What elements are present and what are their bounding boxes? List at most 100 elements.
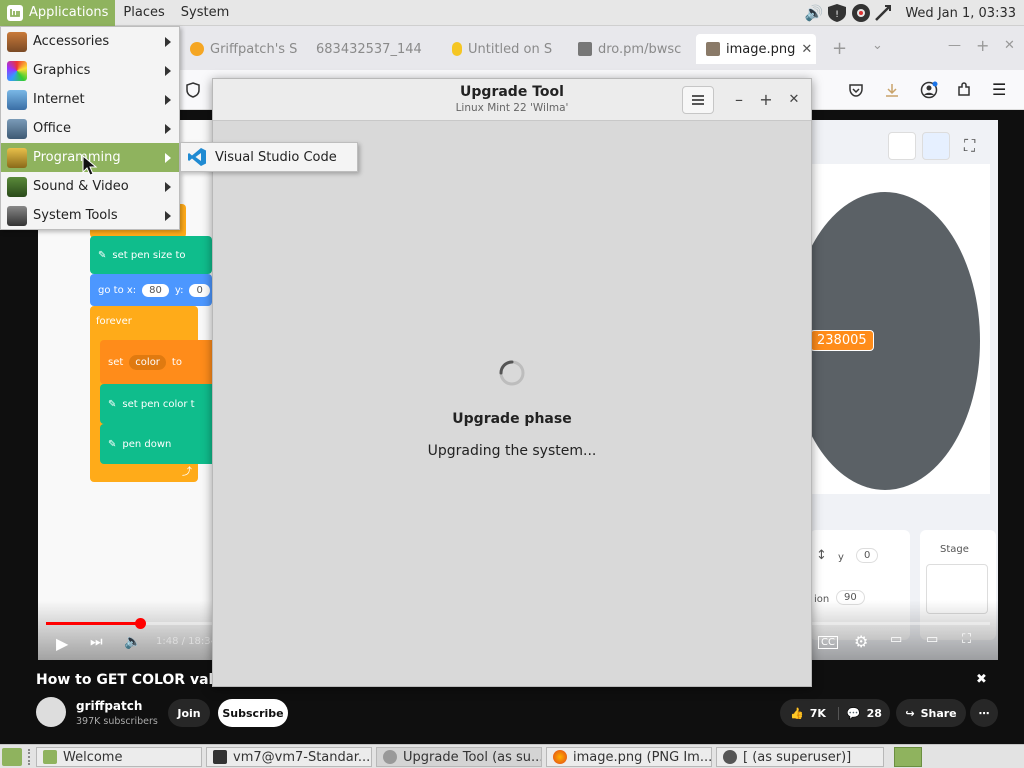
minimize-button[interactable]: – bbox=[729, 89, 749, 109]
scratch-favicon-icon bbox=[452, 42, 462, 56]
account-icon[interactable] bbox=[920, 81, 938, 99]
applications-menu-button[interactable]: Applications bbox=[0, 0, 116, 26]
phase-label: Upgrade phase bbox=[452, 411, 572, 427]
close-icon[interactable]: ✕ bbox=[1004, 38, 1015, 53]
pocket-icon[interactable] bbox=[848, 82, 864, 98]
subscribe-button[interactable]: Subscribe bbox=[218, 699, 288, 727]
more-icon[interactable]: ⋯ bbox=[970, 699, 998, 727]
ad-close-icon[interactable]: ✖ bbox=[976, 672, 987, 687]
browser-tab[interactable]: dro.pm/bwsc bbox=[568, 34, 690, 64]
submenu-arrow-icon bbox=[165, 37, 171, 47]
share-button[interactable]: ↪ Share bbox=[896, 699, 966, 727]
share-icon: ↪ bbox=[905, 706, 915, 720]
menu-item-graphics[interactable]: Graphics bbox=[1, 56, 179, 85]
task-welcome[interactable]: Welcome bbox=[36, 747, 202, 767]
menu-icon[interactable]: ☰ bbox=[992, 80, 1006, 99]
submenu-arrow-icon bbox=[165, 124, 171, 134]
small-stage-icon[interactable] bbox=[888, 132, 916, 160]
fullscreen-icon[interactable]: ⛶ bbox=[964, 136, 975, 156]
list-tabs-icon[interactable]: ⌄ bbox=[872, 38, 883, 53]
places-menu[interactable]: Places bbox=[115, 0, 172, 26]
browser-tab-active[interactable]: image.png ✕ bbox=[696, 34, 816, 64]
accessories-icon bbox=[7, 31, 27, 52]
spinner-icon bbox=[498, 359, 526, 387]
updown-icon: ↕ bbox=[816, 548, 827, 563]
submenu-item-vscode[interactable]: Visual Studio Code bbox=[215, 150, 337, 165]
volume-icon[interactable]: 🔊 bbox=[805, 4, 824, 22]
status-label: Upgrading the system... bbox=[427, 443, 597, 459]
task-terminal[interactable]: vm7@vm7-Standar... bbox=[206, 747, 372, 767]
close-button[interactable]: ✕ bbox=[784, 89, 804, 109]
settings-icon[interactable]: ⚙ bbox=[854, 632, 868, 651]
new-tab-icon[interactable]: + bbox=[832, 38, 847, 59]
hamburger-menu-button[interactable] bbox=[682, 86, 714, 114]
office-icon bbox=[7, 118, 27, 139]
scratch-block-pen-size: ✎ set pen size to bbox=[90, 236, 212, 274]
mint-logo-icon bbox=[7, 4, 23, 21]
download-icon[interactable] bbox=[884, 82, 900, 98]
task-upgrade-tool[interactable]: Upgrade Tool (as su... bbox=[376, 747, 542, 767]
show-desktop-icon[interactable] bbox=[2, 748, 22, 766]
applications-menu: Accessories Graphics Internet Office Pro… bbox=[0, 26, 180, 230]
pen-icon: ✎ bbox=[108, 398, 117, 410]
shield-update-icon[interactable]: ! bbox=[825, 3, 849, 23]
channel-name[interactable]: griffpatch bbox=[76, 699, 142, 713]
network-icon[interactable] bbox=[873, 3, 893, 23]
channel-avatar[interactable] bbox=[36, 697, 66, 727]
scratch-block-pen-color: ✎ set pen color t bbox=[100, 384, 218, 424]
browser-tab[interactable]: Griffpatch's S bbox=[180, 34, 300, 64]
svg-text:!: ! bbox=[836, 10, 840, 20]
scratch-stage: 238005 bbox=[790, 164, 990, 494]
next-icon[interactable]: ⏭ bbox=[90, 634, 103, 650]
maximize-icon[interactable]: + bbox=[976, 36, 989, 55]
image-favicon-icon bbox=[578, 42, 592, 56]
dialog-titlebar[interactable]: Upgrade Tool Linux Mint 22 'Wilma' – + ✕ bbox=[213, 79, 811, 121]
variable-monitor: 238005 bbox=[810, 330, 874, 351]
subscriber-count: 397K subscribers bbox=[76, 716, 158, 727]
dialog-subtitle: Linux Mint 22 'Wilma' bbox=[455, 102, 569, 114]
loop-arrow-icon: ⤴ bbox=[182, 467, 192, 478]
close-tab-icon[interactable]: ✕ bbox=[801, 42, 812, 57]
submenu-arrow-icon bbox=[165, 153, 171, 163]
sound-video-icon bbox=[7, 176, 27, 197]
mouse-cursor-icon bbox=[82, 155, 98, 176]
browser-tab[interactable]: Untitled on S bbox=[442, 34, 564, 64]
play-icon[interactable]: ▶ bbox=[56, 634, 68, 653]
system-menu[interactable]: System bbox=[173, 0, 237, 26]
task-firefox[interactable]: image.png (PNG Im... bbox=[546, 747, 712, 767]
graphics-icon bbox=[7, 60, 27, 81]
programming-icon bbox=[7, 147, 27, 168]
pen-icon: ✎ bbox=[98, 249, 107, 261]
captions-icon[interactable]: CC bbox=[818, 636, 838, 649]
stage-controls: ⛶ bbox=[810, 126, 996, 166]
update-manager-icon[interactable] bbox=[851, 3, 871, 23]
submenu-arrow-icon bbox=[165, 95, 171, 105]
menu-item-system-tools[interactable]: System Tools bbox=[1, 201, 179, 230]
clock[interactable]: Wed Jan 1, 03:33 bbox=[905, 6, 1016, 21]
system-tray: 🔊 ! Wed Jan 1, 03:33 bbox=[805, 0, 1024, 26]
programming-submenu: Visual Studio Code bbox=[180, 142, 358, 172]
browser-tab[interactable]: 683432537_144 bbox=[306, 34, 436, 64]
minimize-icon[interactable]: — bbox=[948, 38, 961, 53]
volume-icon[interactable]: 🔈 bbox=[124, 634, 141, 650]
like-button[interactable]: 👍 7K 💬 28 bbox=[780, 699, 890, 727]
theater-icon[interactable]: ▭ bbox=[926, 632, 938, 647]
fullscreen-icon[interactable]: ⛶ bbox=[962, 632, 971, 647]
menu-item-accessories[interactable]: Accessories bbox=[1, 27, 179, 56]
miniplayer-icon[interactable]: ▭ bbox=[890, 632, 902, 647]
maximize-button[interactable]: + bbox=[756, 89, 776, 109]
workspace-switcher[interactable] bbox=[894, 747, 922, 767]
normal-stage-icon[interactable] bbox=[922, 132, 950, 160]
menu-item-office[interactable]: Office bbox=[1, 114, 179, 143]
vscode-icon bbox=[188, 148, 206, 166]
video-title[interactable]: How to GET COLOR value bbox=[36, 672, 233, 688]
join-button[interactable]: Join bbox=[168, 699, 210, 727]
extensions-icon[interactable] bbox=[956, 82, 972, 98]
system-tools-icon bbox=[7, 205, 27, 226]
comment-icon[interactable]: 💬 bbox=[837, 706, 861, 720]
task-superuser[interactable]: [ (as superuser)] bbox=[716, 747, 884, 767]
scratch-block-pen-down: ✎ pen down bbox=[100, 424, 218, 464]
menu-item-internet[interactable]: Internet bbox=[1, 85, 179, 114]
progress-fill bbox=[46, 622, 141, 625]
shield-icon[interactable] bbox=[186, 82, 200, 98]
